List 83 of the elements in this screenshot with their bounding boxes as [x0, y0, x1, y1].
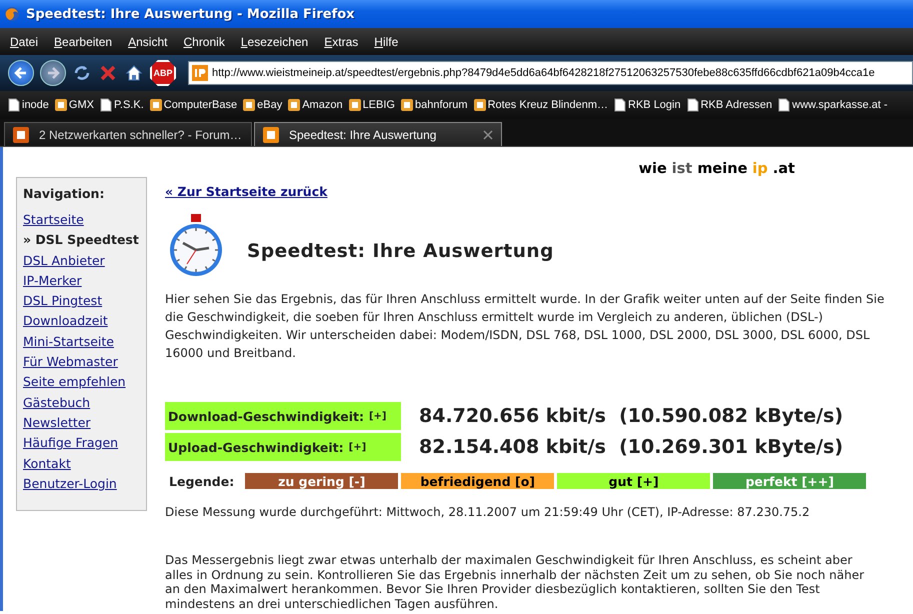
nav-link[interactable]: Kontakt [23, 454, 140, 474]
site-icon [348, 98, 361, 112]
site-icon [54, 98, 67, 112]
site-icon [263, 126, 279, 142]
measurement-info: Diese Messung wurde durchgeführt: Mittwoch, 28.11.2007 um 21:59:49 Uhr (CET), IP-Adresse: 87.230.75.2 [165, 504, 811, 521]
logo-text: ip [752, 161, 768, 179]
page-heading: Speedtest: Ihre Auswertung [247, 240, 554, 262]
forward-button[interactable] [40, 60, 66, 86]
page-icon [778, 98, 790, 112]
rating-text: [+] [348, 442, 366, 452]
bookmark-item[interactable]: GMX [54, 98, 94, 112]
intro-paragraph: Hier sehen Sie das Ergebnis, das für Ihren Anschluss ermittelt wurde. In der Grafik weiter unten auf der Seite finden Sie die Geschwindigkeit, die soeben für Ihren Anschluss ermittelt wurde im Vergleich zu anderen, üblichen (DSL-) Geschwindigkeiten. Wir unterscheiden dabei: Modem/ISDN, DSL 768, DSL 1000, DSL 2000, DSL 3000, DSL 6000, DSL 16000 und Breitband. [165, 291, 886, 362]
speed-value: 82.154.408 kbit/s (10.269.301 kByte/s) [419, 436, 844, 458]
menu-item[interactable]: Hilfe [368, 32, 404, 50]
rating-text: [+] [368, 410, 386, 422]
logo-text: wie [638, 161, 667, 179]
page-icon [8, 98, 20, 112]
bookmark-item[interactable]: Rotes Kreuz Blindenm… [474, 98, 608, 112]
logo-text: meine [697, 161, 748, 179]
legend-item: zu gering [-] [245, 473, 398, 489]
bookmark-item[interactable]: www.sparkasse.at - [778, 98, 888, 112]
site-icon [288, 98, 300, 112]
back-arrow-icon [14, 66, 28, 80]
nav-link[interactable]: IP-Merker [23, 270, 140, 292]
bookmark-item[interactable]: bahnforum [400, 98, 468, 112]
site-icon [150, 98, 162, 112]
site-icon [192, 65, 208, 81]
navigation-heading: Navigation: [23, 186, 106, 201]
close-icon[interactable] [483, 130, 493, 140]
legend-label: Legende: [169, 474, 234, 488]
bookmark-item[interactable]: P.S.K. [100, 98, 144, 112]
page-icon [614, 98, 626, 112]
bookmark-item[interactable]: RKB Adressen [686, 98, 772, 112]
nav-link[interactable]: Startseite [23, 210, 140, 230]
nav-link[interactable]: Downloadzeit [23, 311, 140, 332]
browser-tab[interactable]: 2 Netzwerkarten schneller? - Forum… [4, 122, 252, 146]
logo-text: ist [672, 161, 692, 179]
logo-text: .at [772, 161, 795, 179]
menu-item[interactable]: Bearbeiten [48, 32, 118, 50]
site-icon [400, 98, 413, 112]
nav-link[interactable]: Gästebuch [23, 392, 140, 413]
reload-icon[interactable] [72, 63, 92, 83]
result-paragraph: Das Messergebnis liegt zwar etwas unterhalb der maximalen Geschwindigkeit für Ihren Anschluss, es scheint aber alles in Ordnung zu sein. Kontrollieren Sie das Ergebnis innerhalb der nächsten Zeit um zu sehen, ob Sie noch näher an den Maximalwert herankommen. Bevor Sie Ihren Provider diesbezüglich kontaktieren, sollten Sie den Test mindestens an drei unterschiedlichen Tagen ausführen. [165, 553, 866, 611]
back-link[interactable]: « Zur Startseite zurück [165, 184, 328, 199]
legend-item: gut [+] [557, 473, 710, 489]
forward-arrow-icon [46, 66, 60, 80]
menu-item[interactable]: Extras [318, 32, 364, 50]
site-icon [243, 98, 256, 112]
nav-link[interactable]: Benutzer-Login [23, 474, 140, 494]
globe-icon [4, 6, 20, 22]
bookmark-item[interactable]: RKB Login [614, 98, 681, 112]
page-icon [100, 98, 112, 112]
speed-value: 84.720.656 kbit/s (10.590.082 kByte/s) [419, 405, 844, 427]
page-icon [686, 98, 699, 112]
window-title: Speedtest: Ihre Auswertung - Mozilla Firefox [26, 6, 355, 22]
bookmark-item[interactable]: eBay [243, 98, 282, 112]
nav-link[interactable]: Newsletter [23, 412, 140, 434]
home-icon[interactable] [124, 63, 144, 83]
menu-item[interactable]: Ansicht [122, 32, 174, 50]
nav-link[interactable]: Seite empfehlen [23, 372, 140, 393]
bookmark-item[interactable]: Amazon [288, 98, 343, 112]
legend-item: perfekt [++] [713, 473, 866, 489]
menu-item[interactable]: Datei [4, 32, 44, 50]
legend-item: befriedigend [o] [401, 473, 554, 489]
adblock-button[interactable]: ABP [150, 60, 176, 86]
back-button[interactable] [8, 60, 34, 86]
nav-link[interactable]: Häufige Fragen [23, 433, 140, 454]
menu-item[interactable]: Lesezeichen [234, 32, 314, 50]
menu-item[interactable]: Chronik [177, 32, 231, 50]
result-title: Upload-Geschwindigkeit: [168, 440, 344, 454]
stop-icon[interactable] [98, 63, 118, 83]
bookmark-item[interactable]: LEBIG [348, 98, 395, 112]
nav-link[interactable]: DSL Anbieter [23, 250, 140, 271]
nav-link[interactable]: Mini-Startseite [23, 332, 140, 352]
bookmark-item[interactable]: ComputerBase [150, 98, 238, 112]
nav-link[interactable]: Für Webmaster [23, 352, 140, 372]
browser-tab[interactable]: Speedtest: Ihre Auswertung [254, 122, 502, 146]
site-icon [13, 126, 29, 142]
url-field[interactable]: http://www.wieistmeineip.at/speedtest/ergebnis.php?8479d4e5dd6a64bf6428218f27512063257530febe88c635ffd66cdbf621a09b4cca1e [188, 61, 913, 85]
site-icon [474, 98, 486, 112]
nav-link[interactable]: DSL Pingtest [23, 291, 140, 312]
result-title: Download-Geschwindigkeit: [168, 408, 364, 424]
bookmark-item[interactable]: inode [8, 98, 49, 112]
